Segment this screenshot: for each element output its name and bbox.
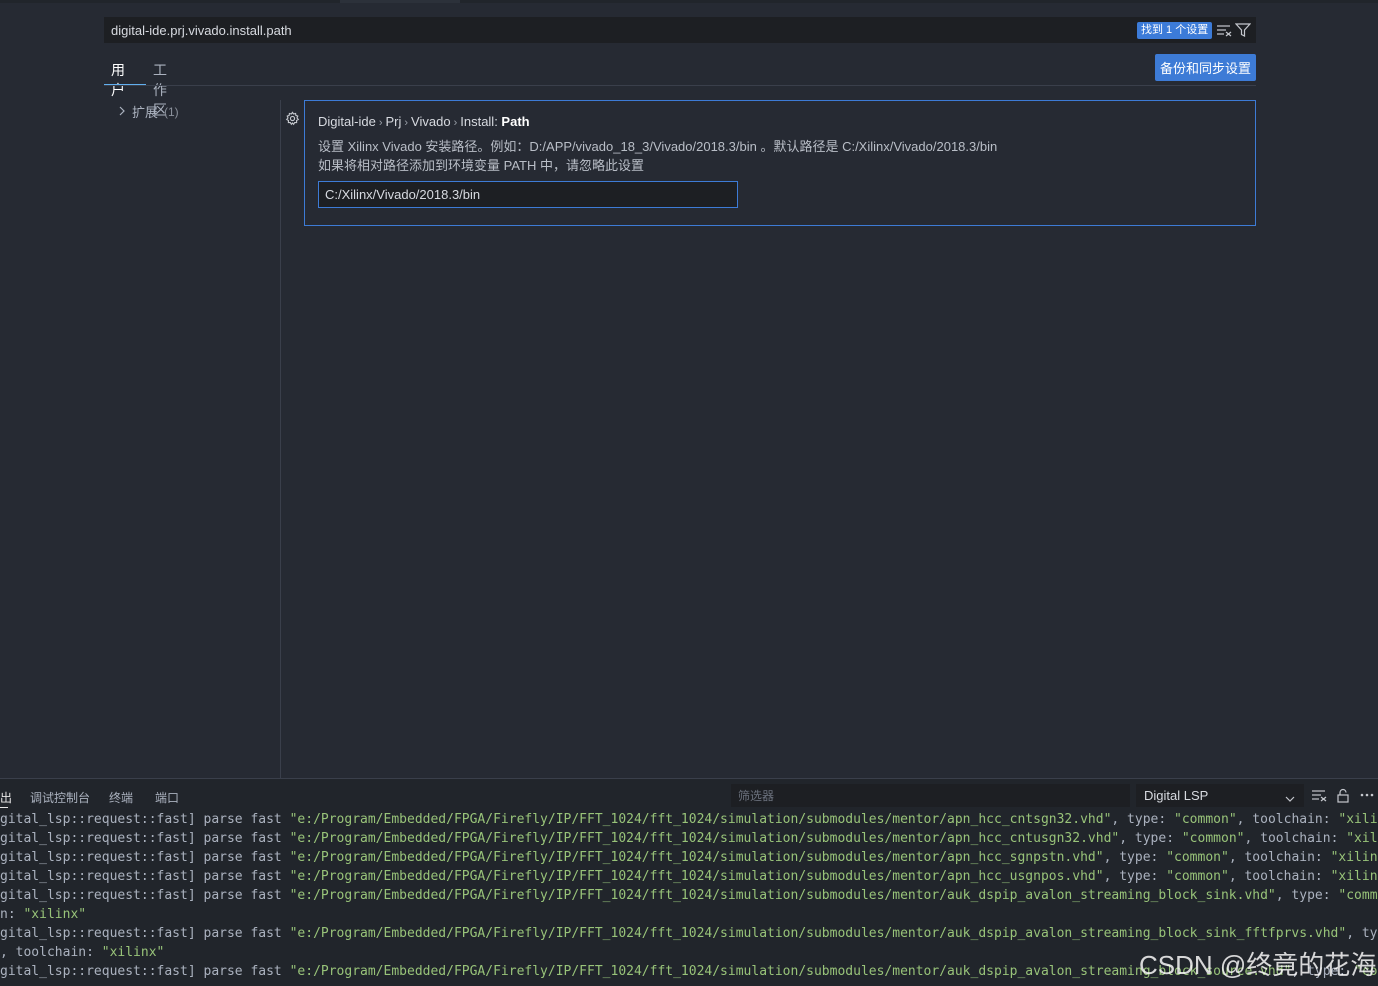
tab-output[interactable]: 出 xyxy=(0,789,12,806)
clear-output-icon[interactable] xyxy=(1311,787,1327,803)
log-segment: "xilinx" xyxy=(23,907,87,922)
setting-item-card: Digital-ide › Prj › Vivado › Install: Path 设置 … xyxy=(304,100,1256,226)
log-segment: "common" xyxy=(1166,850,1229,865)
setting-title-part: Digital-ide xyxy=(318,114,376,129)
tree-item-count: (1) xyxy=(164,104,179,119)
setting-description: 设置 Xilinx Vivado 安装路径。例如：D:/APP/vivado_1… xyxy=(318,137,997,175)
log-segment: "e:/Program/Embedded/FPGA/Firefly/IP/FFT… xyxy=(289,888,1276,903)
log-segment: "common" xyxy=(1174,812,1237,827)
log-segment: , toolchain: xyxy=(1236,812,1339,827)
settings-search-box[interactable]: 找到 1 个设置 xyxy=(104,17,1256,43)
log-segment: , type: xyxy=(1103,850,1167,865)
chevron-right-icon xyxy=(118,104,126,119)
log-segment: , type: xyxy=(1275,888,1339,903)
log-segment: "xilinx" xyxy=(1330,850,1378,865)
log-segment: "e:/Program/Embedded/FPGA/Firefly/IP/FFT… xyxy=(289,869,1104,884)
settings-search-input[interactable] xyxy=(105,18,1125,42)
watermark: CSDN @终竟的花海 xyxy=(1139,950,1377,980)
log-line: gital_lsp::request::fast] parse fast "e:… xyxy=(0,886,1378,905)
tree-item-extensions[interactable]: 扩展 (1) xyxy=(118,102,179,121)
log-segment: "xilinx" xyxy=(1338,812,1378,827)
backup-sync-button[interactable]: 备份和同步设置 xyxy=(1155,54,1256,81)
log-segment: gital_lsp::request::fast] parse fast xyxy=(0,888,290,903)
log-segment: "xilinx" xyxy=(101,945,165,960)
output-filter-input[interactable] xyxy=(731,784,1130,807)
tab-user[interactable]: 用户 xyxy=(111,60,125,100)
lock-icon[interactable] xyxy=(1335,787,1351,803)
setting-description-line: 如果将相对路径添加到环境变量 PATH 中，请忽略此设置 xyxy=(318,158,644,173)
log-segment: "e:/Program/Embedded/FPGA/Firefly/IP/FFT… xyxy=(289,850,1104,865)
more-actions-icon[interactable] xyxy=(1359,787,1375,803)
setting-title-part: Install: xyxy=(460,114,502,129)
output-channel-select[interactable]: Digital LSP xyxy=(1136,784,1304,807)
log-segment: gital_lsp::request::fast] parse fast xyxy=(0,964,290,979)
log-segment: , toolchain: xyxy=(0,945,102,960)
log-segment: "common" xyxy=(1181,831,1245,846)
log-segment: n: xyxy=(0,907,24,922)
log-line: gital_lsp::request::fast] parse fast "e:… xyxy=(0,924,1378,943)
filter-icon[interactable] xyxy=(1234,21,1252,39)
log-segment: gital_lsp::request::fast] parse fast xyxy=(0,850,290,865)
tree-item-label: 扩展 xyxy=(132,105,159,120)
log-line: gital_lsp::request::fast] parse fast "e:… xyxy=(0,848,1378,867)
log-line: gital_lsp::request::fast] parse fast "e:… xyxy=(0,810,1378,829)
log-segment: "xilinx xyxy=(1346,831,1378,846)
log-segment: , toolchain: xyxy=(1244,831,1347,846)
editor-tab-indicator xyxy=(340,0,460,3)
setting-description-line: 设置 Xilinx Vivado 安装路径。例如：D:/APP/vivado_1… xyxy=(318,139,998,154)
log-line: gital_lsp::request::fast] parse fast "e:… xyxy=(0,867,1378,886)
log-segment: "common" xyxy=(1338,888,1378,903)
log-segment: gital_lsp::request::fast] parse fast xyxy=(0,812,290,827)
active-panel-tab-underline xyxy=(0,807,8,808)
tabs-divider xyxy=(104,85,1256,86)
log-segment: , type: xyxy=(1103,869,1167,884)
log-segment: "xilinx" xyxy=(1330,869,1378,884)
log-segment: , toolchain: xyxy=(1228,850,1331,865)
log-segment: "common" xyxy=(1166,869,1229,884)
setting-title-key: Path xyxy=(501,114,530,129)
setting-title-part: Prj xyxy=(385,114,402,129)
log-segment: "e:/Program/Embedded/FPGA/Firefly/IP/FFT… xyxy=(289,812,1112,827)
chevron-down-icon xyxy=(1284,790,1296,802)
log-segment: , type: xyxy=(1346,926,1378,941)
clear-filter-icon[interactable] xyxy=(1215,21,1233,39)
log-line: n: "xilinx" xyxy=(0,905,1378,924)
log-segment: , type: xyxy=(1111,812,1175,827)
log-line: gital_lsp::request::fast] parse fast "e:… xyxy=(0,829,1378,848)
log-segment: "e:/Program/Embedded/FPGA/Firefly/IP/FFT… xyxy=(289,831,1120,846)
log-segment: gital_lsp::request::fast] parse fast xyxy=(0,831,290,846)
tab-terminal[interactable]: 终端 xyxy=(109,789,133,806)
log-segment: gital_lsp::request::fast] parse fast xyxy=(0,869,290,884)
output-channel-value: Digital LSP xyxy=(1144,788,1209,803)
log-segment: gital_lsp::request::fast] parse fast xyxy=(0,926,290,941)
setting-title: Digital-ide › Prj › Vivado › Install: Path xyxy=(318,114,530,129)
tab-debug-console[interactable]: 调试控制台 xyxy=(30,789,90,806)
tree-divider xyxy=(280,100,281,778)
found-count-badge: 找到 1 个设置 xyxy=(1137,22,1213,39)
gear-icon[interactable] xyxy=(285,111,300,126)
tab-ports[interactable]: 端口 xyxy=(155,789,179,806)
log-segment: , type: xyxy=(1119,831,1182,846)
install-path-input[interactable] xyxy=(318,181,738,208)
log-segment: , toolchain: xyxy=(1228,869,1331,884)
log-segment: "e:/Program/Embedded/FPGA/Firefly/IP/FFT… xyxy=(289,926,1347,941)
setting-title-part: Vivado xyxy=(411,114,451,129)
top-strip xyxy=(0,0,1378,3)
